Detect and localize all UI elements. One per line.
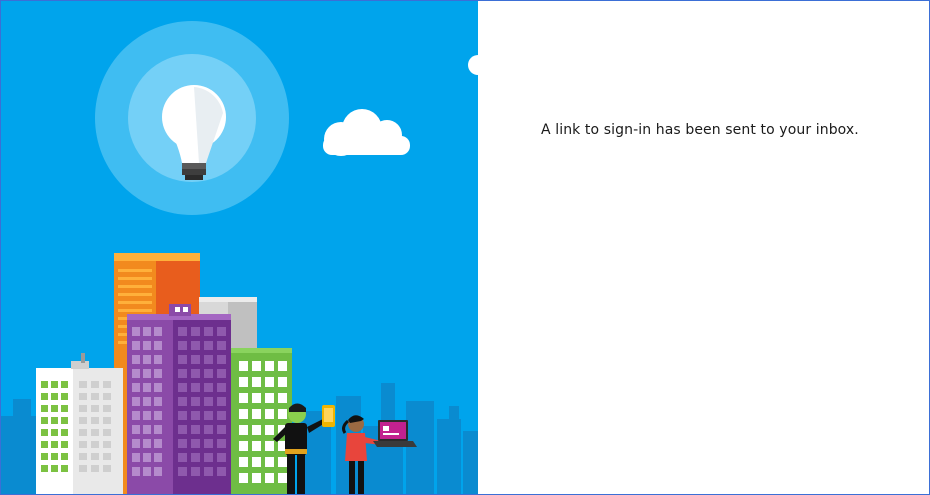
white-building [36, 353, 123, 494]
city-illustration [1, 21, 478, 494]
lightbulb-icon [95, 21, 289, 215]
hero-illustration-panel [1, 1, 478, 494]
green-building [231, 348, 292, 494]
purple-building [127, 304, 231, 494]
sign-in-link-sent-message: A link to sign-in has been sent to your … [541, 122, 859, 138]
message-panel: A link to sign-in has been sent to your … [478, 1, 929, 494]
app-window: A link to sign-in has been sent to your … [0, 0, 930, 495]
cloud-icon [323, 109, 410, 156]
